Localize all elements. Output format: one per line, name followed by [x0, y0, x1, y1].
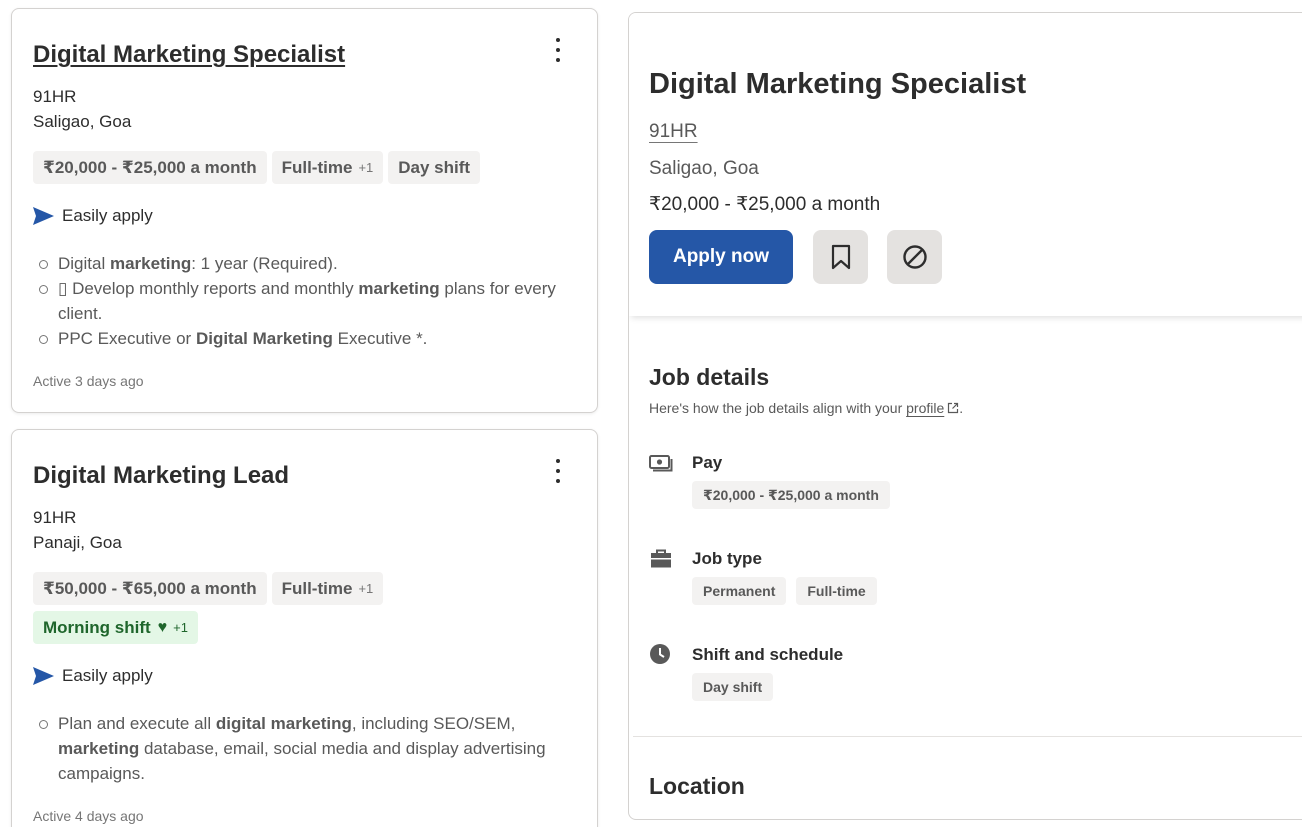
- page-title: Digital Marketing Specialist: [649, 68, 1027, 100]
- job-location: Saligao, Goa: [649, 158, 759, 179]
- job-type-chip: Permanent: [692, 577, 787, 605]
- job-detail-pane: Digital Marketing Specialist 91HR Saliga…: [628, 12, 1302, 820]
- divider: [633, 736, 1302, 737]
- job-attribute-chips: ₹50,000 - ₹65,000 a month Full-time +1 Mo…: [33, 572, 553, 644]
- shift-match-chip: Morning shift ♥ +1: [33, 611, 198, 644]
- apply-now-button[interactable]: Apply now: [649, 230, 793, 284]
- bookmark-icon: [831, 244, 850, 270]
- location-heading: Location: [649, 773, 745, 799]
- job-card[interactable]: Digital Marketing Specialist 91HR Saliga…: [11, 8, 598, 413]
- clock-icon: [650, 644, 670, 664]
- company-name: 91HR: [33, 508, 77, 527]
- job-snippet: Plan and execute all digital marketing, …: [33, 711, 563, 786]
- more-options-icon[interactable]: [547, 37, 569, 63]
- job-type-chip: Full-time +1: [271, 572, 384, 605]
- salary-chip: ₹50,000 - ₹65,000 a month: [33, 572, 267, 605]
- job-details-heading: Job details: [649, 364, 770, 390]
- job-title-link[interactable]: Digital Marketing Lead: [33, 462, 289, 490]
- job-type-label: Job type: [692, 549, 762, 568]
- save-job-button[interactable]: [813, 230, 868, 284]
- send-arrow-icon: [33, 667, 54, 685]
- not-interested-button[interactable]: [887, 230, 942, 284]
- company-link[interactable]: 91HR: [649, 121, 698, 143]
- send-arrow-icon: [33, 207, 54, 225]
- list-item: Digital marketing: 1 year (Required).: [33, 251, 563, 276]
- posted-date: Active 4 days ago: [33, 808, 144, 824]
- shift-label: Shift and schedule: [692, 645, 844, 664]
- profile-link[interactable]: profile: [906, 400, 959, 416]
- shift-chip: Day shift: [388, 151, 481, 184]
- briefcase-icon: [651, 549, 671, 568]
- job-card[interactable]: Digital Marketing Lead 91HR Panaji, Goa …: [11, 429, 598, 827]
- job-title-link[interactable]: Digital Marketing Specialist: [33, 41, 345, 69]
- posted-date: Active 3 days ago: [33, 373, 144, 389]
- company-name: 91HR: [33, 87, 77, 106]
- job-attribute-chips: ₹20,000 - ₹25,000 a month Full-time +1 Da…: [33, 151, 553, 184]
- external-link-icon: [948, 402, 959, 414]
- heart-icon: ♥: [157, 618, 168, 636]
- list-item: Plan and execute all digital marketing, …: [33, 711, 563, 786]
- salary-text: ₹20,000 - ₹25,000 a month: [649, 194, 881, 215]
- job-detail-header: Digital Marketing Specialist 91HR Saliga…: [629, 13, 1302, 316]
- job-snippet: Digital marketing: 1 year (Required). ▯ …: [33, 251, 563, 351]
- job-location: Panaji, Goa: [33, 533, 122, 552]
- job-location: Saligao, Goa: [33, 112, 132, 131]
- pay-label: Pay: [692, 453, 723, 472]
- easily-apply-badge: Easily apply: [33, 666, 153, 686]
- pay-chip: ₹20,000 - ₹25,000 a month: [692, 481, 890, 509]
- list-item: ▯ Develop monthly reports and monthly ma…: [33, 276, 563, 326]
- list-item: PPC Executive or Digital Marketing Execu…: [33, 326, 563, 351]
- block-icon: [902, 245, 927, 269]
- easily-apply-badge: Easily apply: [33, 206, 153, 226]
- more-options-icon[interactable]: [547, 458, 569, 484]
- job-type-chip: Full-time +1: [271, 151, 384, 184]
- salary-chip: ₹20,000 - ₹25,000 a month: [33, 151, 267, 184]
- shift-chip: Day shift: [692, 673, 774, 701]
- money-icon: [649, 455, 673, 472]
- job-type-chip: Full-time: [796, 577, 877, 605]
- job-details-subtitle: Here's how the job details align with yo…: [649, 400, 964, 416]
